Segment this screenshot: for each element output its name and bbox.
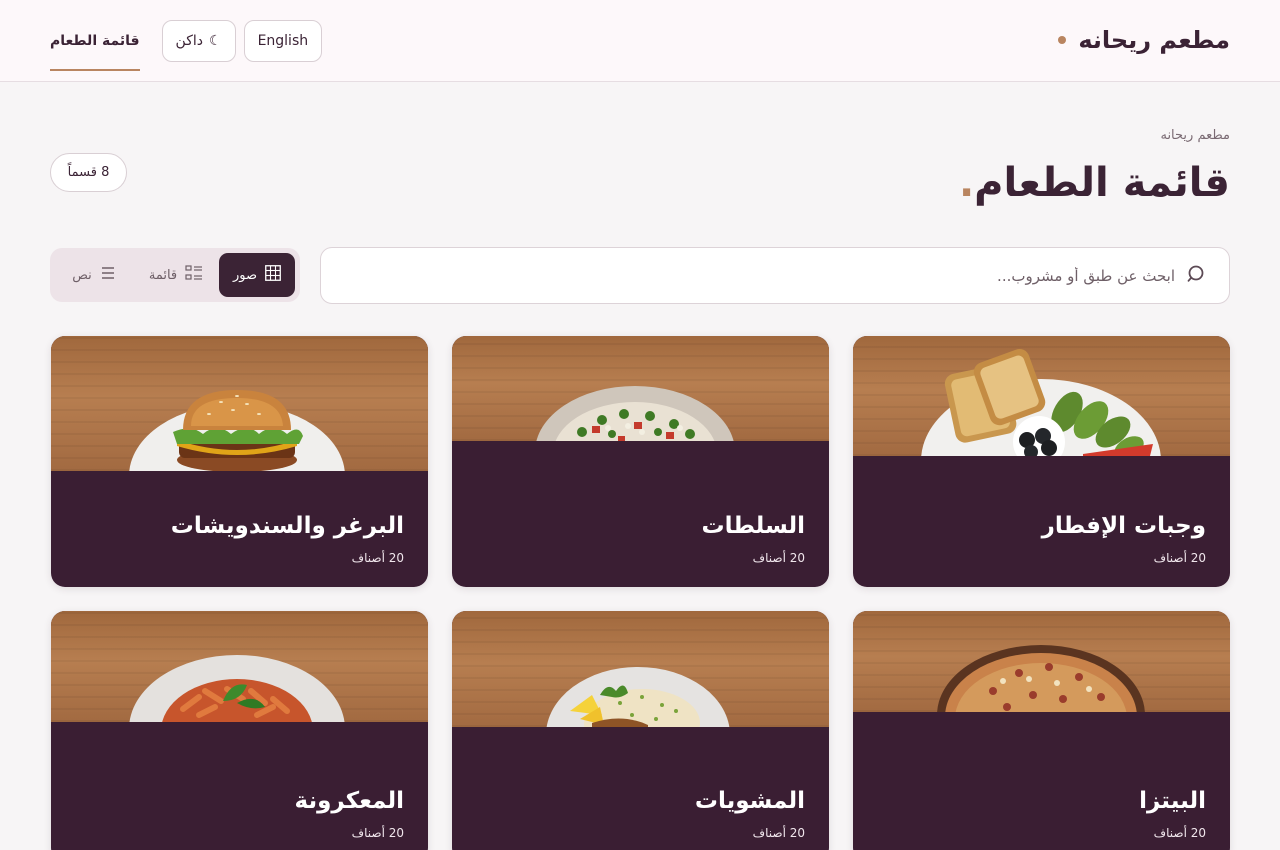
breakfast-photo	[853, 336, 1230, 456]
category-title: وجبات الإفطار	[1041, 513, 1206, 539]
category-card-info: السلطات 20 أصناف	[702, 513, 805, 565]
category-card-info: وجبات الإفطار 20 أصناف	[1042, 513, 1206, 565]
brand-dot-icon	[1058, 36, 1067, 44]
view-list-label: قائمة	[148, 267, 178, 283]
category-title: المشويات	[694, 788, 805, 814]
category-title: المعكرونة	[294, 788, 405, 814]
category-card-info: المشويات 20 أصناف	[695, 788, 805, 840]
category-item-count: 20 أصناف	[351, 826, 404, 840]
breadcrumb-restaurant[interactable]: مطعم ريحانه	[1160, 128, 1230, 143]
list-detail-icon	[185, 265, 203, 285]
salads-photo	[452, 336, 829, 441]
breadcrumb: مطعم ريحانه	[1160, 128, 1230, 143]
view-mode-toggle: نص قائمة صور	[50, 248, 300, 302]
view-text-label: نص	[72, 267, 92, 283]
grills-photo	[452, 611, 829, 727]
category-card-salads[interactable]: السلطات 20 أصناف	[452, 336, 829, 587]
category-item-count: 20 أصناف	[1153, 826, 1206, 840]
category-card-pizza[interactable]: البيتزا 20 أصناف	[853, 611, 1230, 850]
language-switch-button[interactable]: English	[243, 20, 323, 62]
view-grid-button[interactable]: صور	[219, 253, 295, 297]
view-text-button[interactable]: نص	[55, 253, 133, 297]
theme-toggle-label: داكن	[175, 33, 203, 49]
category-card-info: البرغر والسندويشات 20 أصناف	[171, 513, 404, 565]
grid-icon	[265, 265, 281, 285]
category-title: البرغر والسندويشات	[170, 513, 404, 539]
theme-toggle-button[interactable]: ☾ داكن	[161, 20, 236, 62]
category-card-info: المعكرونة 20 أصناف	[295, 788, 405, 840]
search-input[interactable]	[343, 266, 1175, 285]
text-lines-icon	[100, 266, 116, 284]
category-title: السلطات	[701, 513, 805, 539]
pizza-photo	[853, 611, 1230, 712]
category-count-label: 8 قسماً	[67, 165, 110, 180]
nav-tab-menu-label: قائمة الطعام	[50, 33, 140, 49]
category-card-burgers[interactable]: البرغر والسندويشات 20 أصناف	[51, 336, 428, 587]
nav-tab-menu[interactable]: قائمة الطعام	[50, 12, 140, 71]
category-item-count: 20 أصناف	[752, 551, 805, 565]
page-title-dot: .	[958, 160, 975, 206]
category-grid: وجبات الإفطار 20 أصناف السلطات 20 أصناف …	[50, 336, 1230, 850]
category-card-info: البيتزا 20 أصناف	[1139, 788, 1206, 840]
brand-name: مطعم ريحانه	[1078, 26, 1230, 54]
header-actions: قائمة الطعام ☾ داكن English	[50, 20, 323, 71]
moon-icon: ☾	[209, 33, 222, 49]
search-box	[320, 247, 1230, 304]
category-card-grills[interactable]: المشويات 20 أصناف	[452, 611, 829, 850]
brand-logo[interactable]: مطعم ريحانه	[1058, 26, 1230, 54]
category-card-pasta[interactable]: المعكرونة 20 أصناف	[51, 611, 428, 850]
category-title: البيتزا	[1139, 788, 1206, 814]
category-item-count: 20 أصناف	[1153, 551, 1206, 565]
language-switch-label: English	[257, 33, 309, 49]
category-item-count: 20 أصناف	[351, 551, 404, 565]
view-list-button[interactable]: قائمة	[137, 253, 215, 297]
top-navigation-bar: مطعم ريحانه قائمة الطعام ☾ داكن English	[0, 0, 1280, 82]
category-card-breakfast[interactable]: وجبات الإفطار 20 أصناف	[853, 336, 1230, 587]
page-title: قائمة الطعام.	[959, 160, 1230, 206]
view-grid-label: صور	[232, 267, 258, 283]
page-title-text: قائمة الطعام	[974, 160, 1230, 206]
burgers-photo	[51, 336, 428, 471]
category-item-count: 20 أصناف	[752, 826, 805, 840]
search-icon	[1187, 264, 1207, 288]
pasta-photo	[51, 611, 428, 722]
category-count-badge: 8 قسماً	[50, 153, 127, 192]
